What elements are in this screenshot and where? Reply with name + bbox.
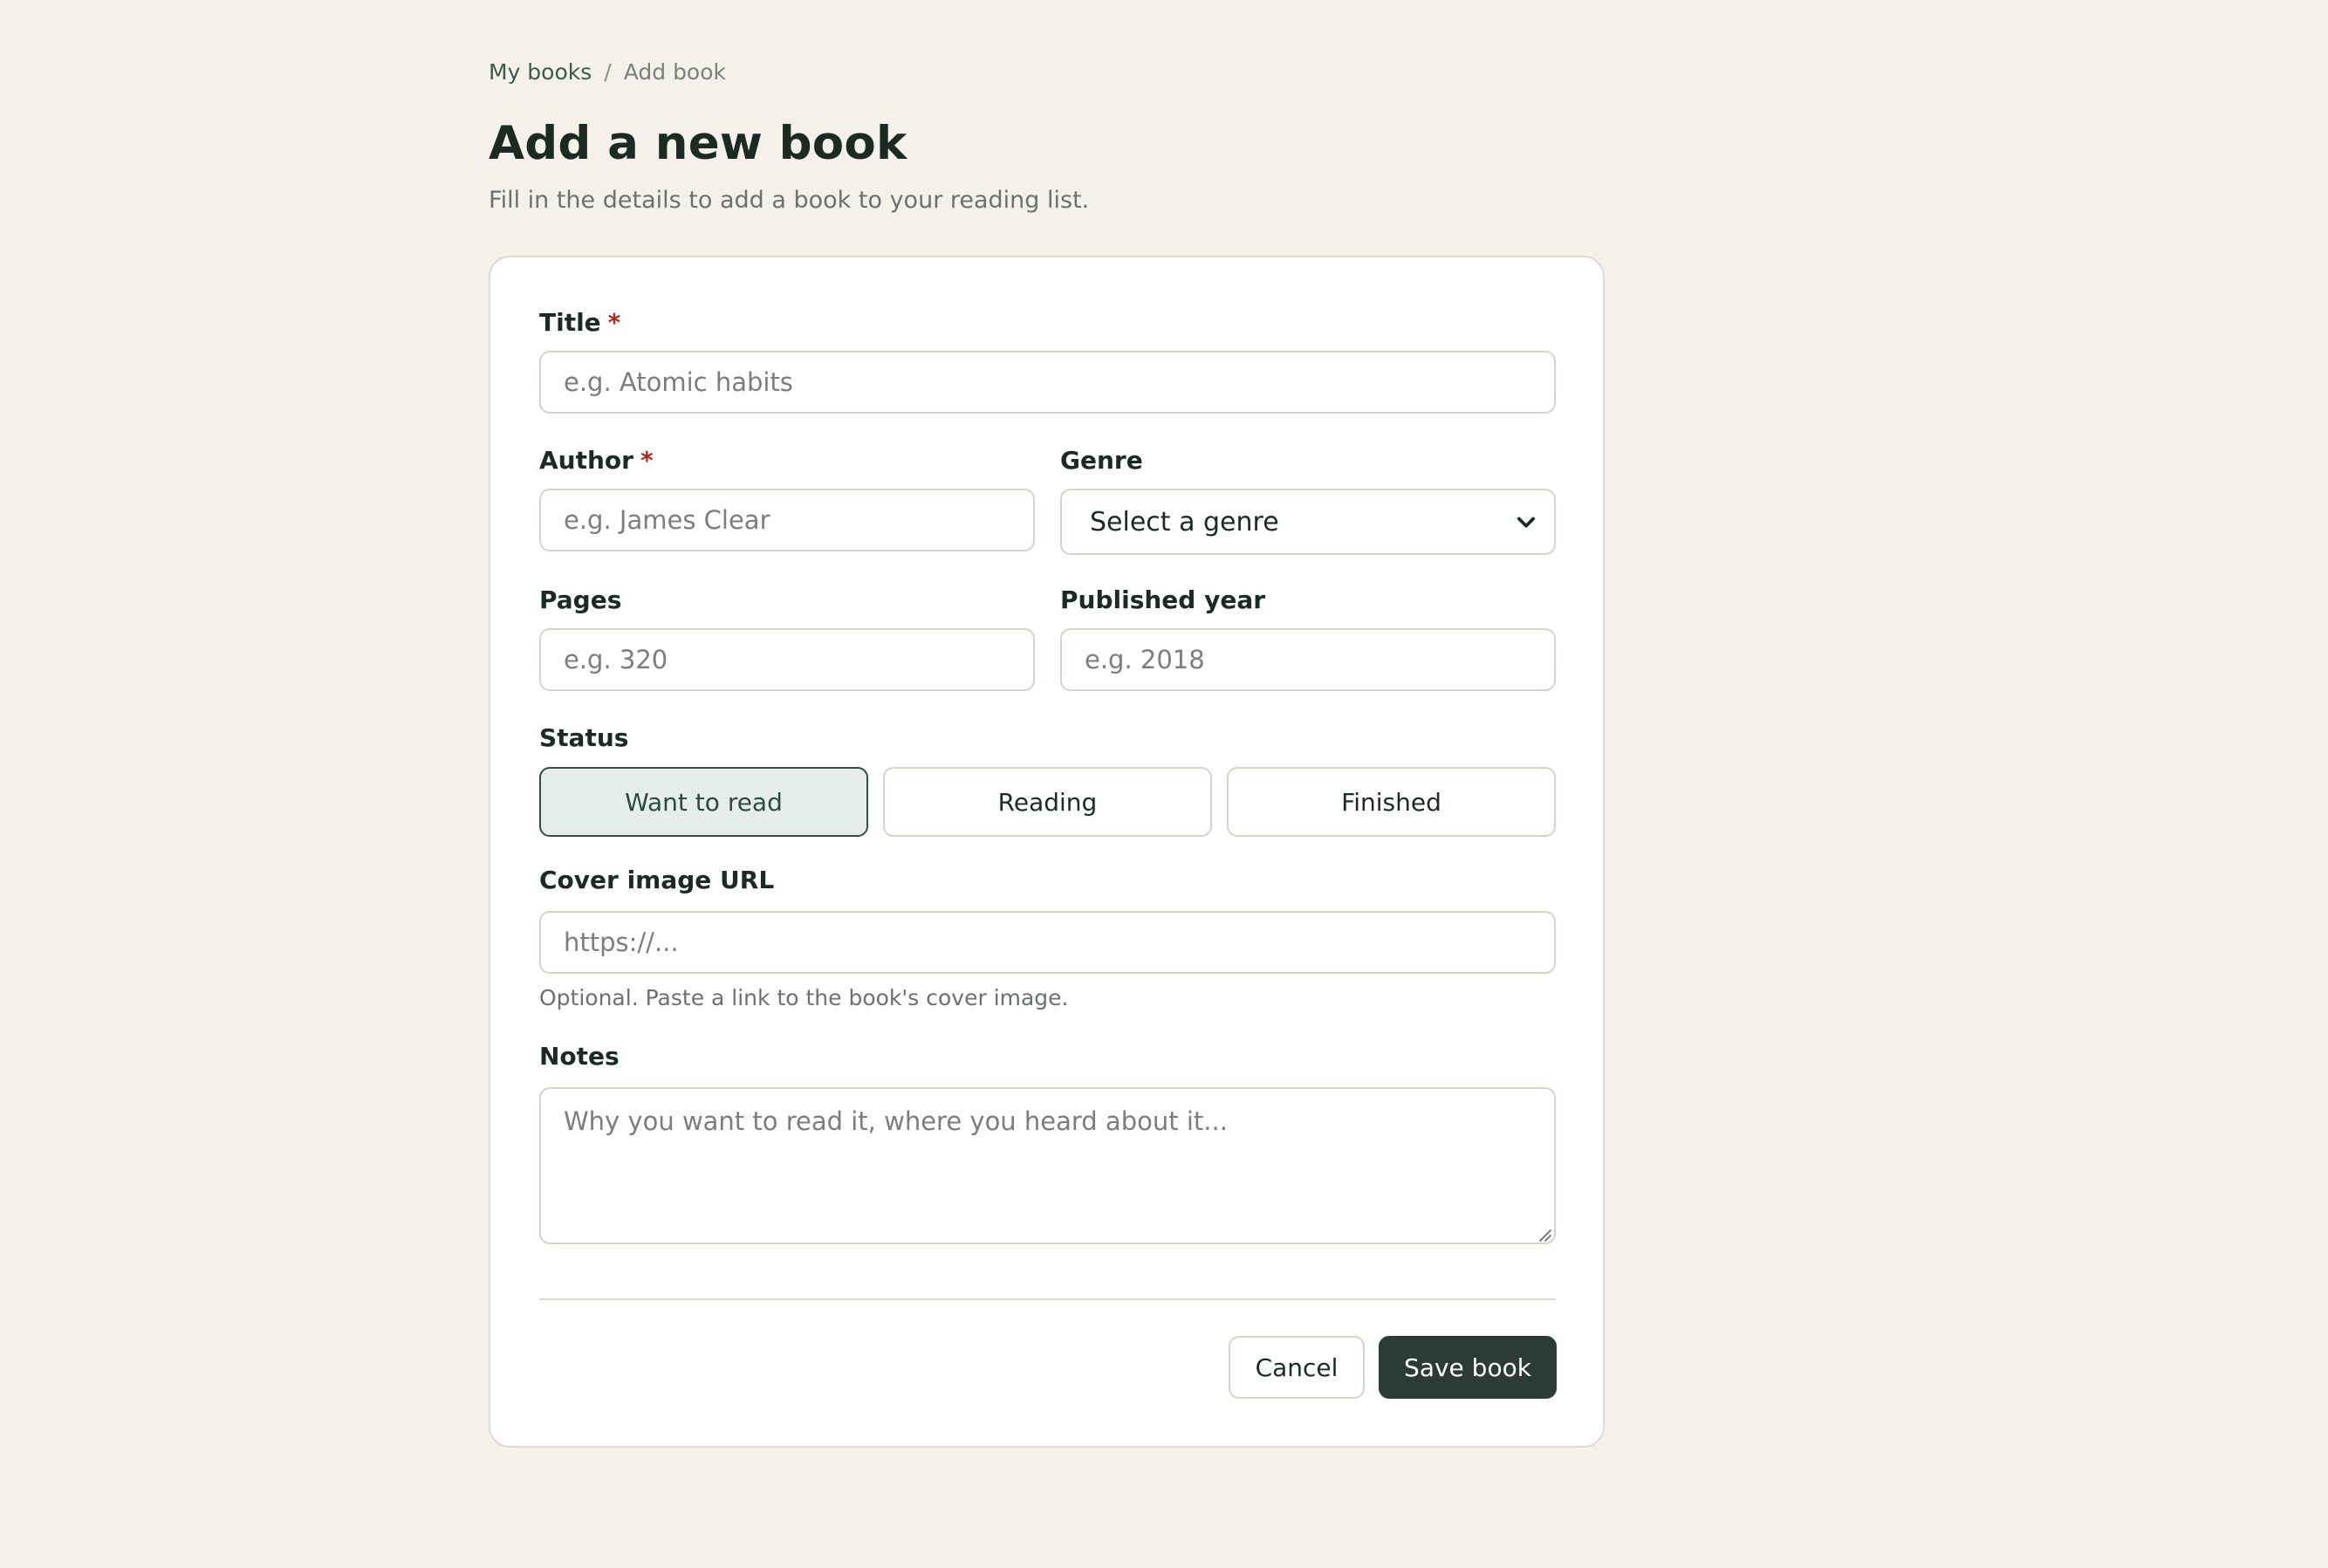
notes-label: Notes: [539, 1042, 620, 1071]
title-required-mark: *: [607, 308, 621, 337]
pages-label: Pages: [539, 585, 622, 614]
title-input[interactable]: [539, 351, 1556, 414]
genre-label: Genre: [1060, 446, 1143, 475]
author-input[interactable]: [539, 489, 1035, 551]
breadcrumb-current: Add book: [623, 59, 727, 85]
page-title: Add a new book: [489, 117, 907, 170]
status-option-want-to-read[interactable]: Want to read: [539, 767, 868, 837]
chevron-down-icon: [1517, 517, 1536, 528]
published-year-input[interactable]: [1060, 628, 1556, 691]
title-label: Title *: [539, 308, 620, 337]
cover-url-hint: Optional. Paste a link to the book's cov…: [539, 985, 1069, 1010]
genre-selected-value: Select a genre: [1090, 506, 1279, 538]
author-label: Author *: [539, 446, 654, 475]
breadcrumb-my-books-link[interactable]: My books: [489, 59, 592, 85]
title-label-text: Title: [539, 308, 601, 337]
notes-textarea[interactable]: [539, 1087, 1556, 1244]
save-book-button[interactable]: Save book: [1379, 1336, 1557, 1399]
cover-url-label: Cover image URL: [539, 866, 775, 894]
breadcrumb-separator: /: [604, 59, 612, 85]
author-required-mark: *: [640, 446, 654, 475]
status-label: Status: [539, 723, 629, 752]
pages-input[interactable]: [539, 628, 1035, 691]
add-book-form: Title* Author* Genre Select a genre Page…: [489, 256, 1605, 1448]
cover-url-input[interactable]: [539, 911, 1556, 974]
breadcrumb: My books / Add book: [489, 59, 726, 85]
page-subtitle: Fill in the details to add a book to you…: [489, 187, 1090, 214]
status-option-reading[interactable]: Reading: [883, 767, 1212, 837]
form-divider: [539, 1298, 1556, 1300]
published-year-label: Published year: [1060, 585, 1266, 614]
genre-select[interactable]: Select a genre: [1060, 489, 1556, 555]
status-option-finished[interactable]: Finished: [1227, 767, 1556, 837]
cancel-button[interactable]: Cancel: [1229, 1336, 1365, 1399]
resize-grip-icon[interactable]: [1537, 1227, 1552, 1243]
author-label-text: Author: [539, 446, 633, 475]
